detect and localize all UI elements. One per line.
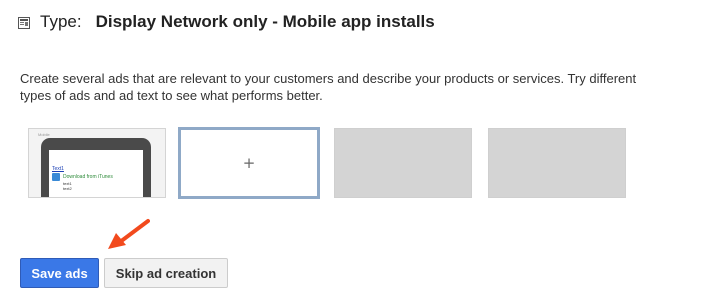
preview-caption: Mobile [38, 132, 50, 137]
empty-ad-slot [334, 128, 472, 198]
skip-ad-creation-button[interactable]: Skip ad creation [104, 258, 228, 288]
ad-type-header: Type: Display Network only - Mobile app … [18, 10, 435, 34]
empty-ad-slot [488, 128, 626, 198]
type-label: Type: [40, 12, 82, 31]
save-ads-button[interactable]: Save ads [20, 258, 99, 288]
ad-headline: Text1 [52, 166, 64, 172]
collapse-icon[interactable] [18, 16, 30, 29]
phone-frame-icon: Text1 Download from iTunes text1 text2 [41, 138, 151, 197]
ad-call-to-action: Download from iTunes [63, 174, 113, 180]
type-value: Display Network only - Mobile app instal… [95, 12, 435, 31]
app-store-icon [52, 173, 60, 181]
ad-description-line-2: text2 [63, 186, 72, 191]
ad-preview-tile[interactable]: Mobile Text1 Download from iTunes text1 … [28, 128, 166, 198]
annotation-arrow-icon [108, 219, 150, 249]
add-ad-tile[interactable]: + [178, 127, 320, 199]
phone-screen: Text1 Download from iTunes text1 text2 [49, 150, 143, 197]
ad-creation-description: Create several ads that are relevant to … [20, 71, 637, 103]
plus-icon: + [242, 154, 256, 172]
